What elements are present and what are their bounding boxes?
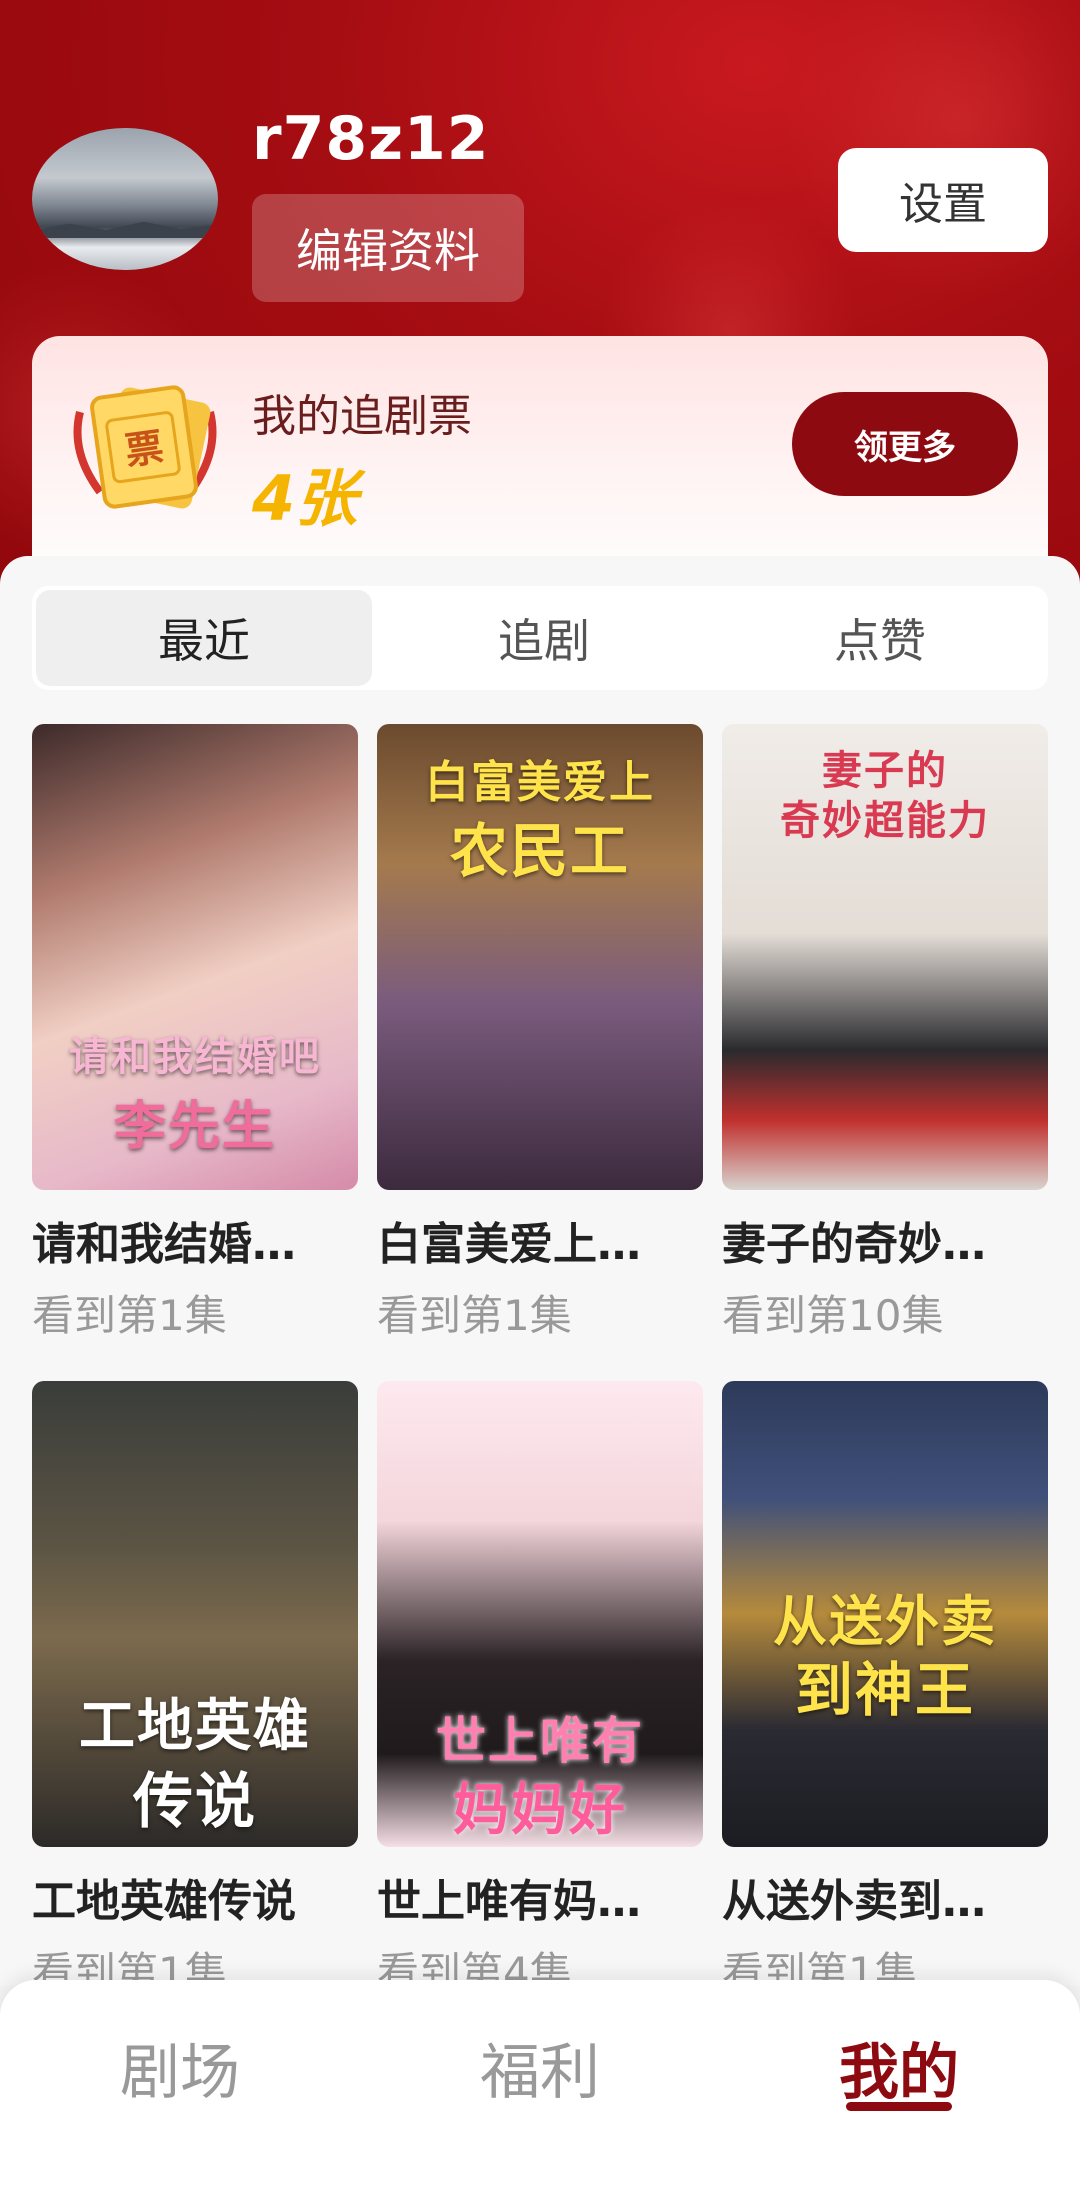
- poster-title-line: 世上唯有: [436, 1711, 644, 1770]
- drama-poster[interactable]: 妻子的 奇妙超能力: [722, 724, 1048, 1190]
- settings-button[interactable]: 设置: [838, 148, 1048, 252]
- drama-poster[interactable]: 世上唯有 妈妈好: [377, 1381, 703, 1847]
- poster-title-line: 请和我结婚吧: [69, 1033, 321, 1080]
- avatar[interactable]: [32, 128, 218, 270]
- drama-title: 世上唯有妈…: [377, 1876, 641, 1927]
- drama-card[interactable]: 请和我结婚吧 李先生 请和我结婚… 看到第1集: [32, 724, 358, 1343]
- drama-card[interactable]: 从送外卖 到神王 从送外卖到… 看到第1集: [722, 1381, 1048, 1986]
- drama-title: 请和我结婚…: [32, 1219, 296, 1270]
- drama-poster[interactable]: 白富美爱上 农民工: [377, 724, 703, 1190]
- poster-title-line: 李先生: [113, 1096, 276, 1157]
- drama-title: 从送外卖到…: [722, 1876, 986, 1927]
- username: r78z12: [252, 104, 490, 174]
- ticket-count: 4张: [252, 462, 358, 535]
- drama-progress: 看到第1集: [32, 1948, 227, 1986]
- tab-following[interactable]: 追剧: [376, 586, 712, 690]
- drama-progress: 看到第1集: [722, 1948, 917, 1986]
- drama-progress: 看到第10集: [722, 1291, 944, 1340]
- history-panel: 最近 追剧 点赞 请和我结婚吧 李先生 请和我结婚… 看到第1集 白富美爱上 农…: [0, 556, 1080, 1986]
- drama-title: 妻子的奇妙…: [722, 1219, 986, 1270]
- drama-progress: 看到第4集: [377, 1948, 572, 1986]
- get-more-button[interactable]: 领更多: [792, 392, 1018, 496]
- poster-title-line: 传说: [133, 1767, 257, 1837]
- poster-title-line: 农民工: [449, 817, 630, 885]
- poster-title-line: 白富美爱上: [425, 757, 655, 808]
- poster-title-line: 到神王: [794, 1656, 975, 1724]
- drama-card[interactable]: 世上唯有 妈妈好 世上唯有妈… 看到第4集: [377, 1381, 703, 1986]
- history-tabs: 最近 追剧 点赞: [32, 586, 1048, 690]
- drama-card[interactable]: 妻子的 奇妙超能力 妻子的奇妙… 看到第10集: [722, 724, 1048, 1343]
- drama-progress: 看到第1集: [377, 1291, 572, 1340]
- avatar-landscape: [32, 221, 218, 238]
- tab-recent[interactable]: 最近: [36, 590, 372, 686]
- ticket-icon: 票: [73, 385, 217, 509]
- drama-poster[interactable]: 从送外卖 到神王: [722, 1381, 1048, 1847]
- nav-active-indicator: [846, 2102, 952, 2111]
- nav-welfare[interactable]: 福利: [440, 2024, 640, 2111]
- drama-poster[interactable]: 工地英雄 传说: [32, 1381, 358, 1847]
- drama-card[interactable]: 白富美爱上 农民工 白富美爱上… 看到第1集: [377, 724, 703, 1343]
- nav-mine[interactable]: 我的: [799, 2024, 999, 2111]
- edit-profile-button[interactable]: 编辑资料: [252, 194, 524, 302]
- drama-poster[interactable]: 请和我结婚吧 李先生: [32, 724, 358, 1190]
- poster-title-line: 妈妈好: [453, 1777, 627, 1843]
- bottom-nav: 剧场 福利 我的: [0, 1980, 1080, 2200]
- drama-progress: 看到第1集: [32, 1291, 227, 1340]
- poster-title-line: 工地英雄: [79, 1693, 311, 1759]
- nav-theater[interactable]: 剧场: [80, 2024, 280, 2111]
- ticket-icon-label: 票: [122, 425, 166, 474]
- ticket-title: 我的追剧票: [252, 391, 472, 442]
- poster-title-line: 奇妙超能力: [780, 797, 990, 844]
- drama-title: 工地英雄传说: [32, 1876, 296, 1927]
- tab-liked[interactable]: 点赞: [712, 586, 1048, 690]
- drama-grid: 请和我结婚吧 李先生 请和我结婚… 看到第1集 白富美爱上 农民工 白富美爱上……: [32, 724, 1048, 1986]
- drama-title: 白富美爱上…: [377, 1219, 641, 1270]
- drama-card[interactable]: 工地英雄 传说 工地英雄传说 看到第1集: [32, 1381, 358, 1986]
